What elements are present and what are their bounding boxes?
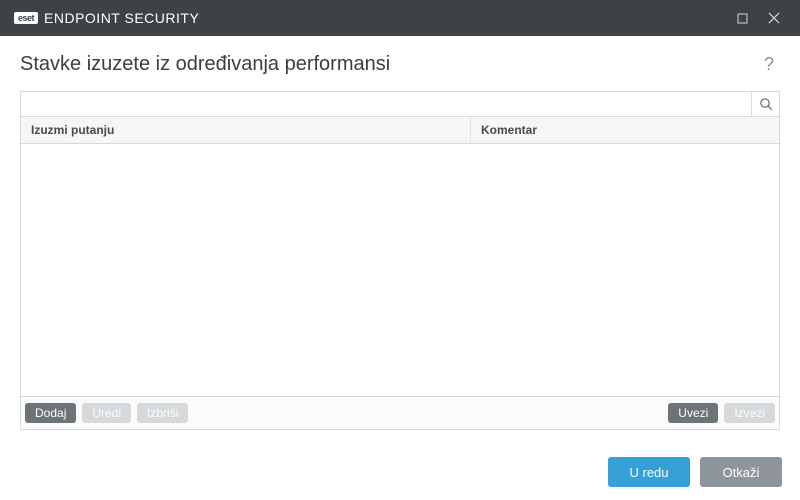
search-button[interactable]	[751, 92, 779, 116]
close-button[interactable]	[758, 0, 790, 36]
brand-name: ENDPOINT SECURITY	[44, 10, 199, 26]
import-button[interactable]: Uvezi	[668, 403, 718, 423]
maximize-icon	[737, 13, 748, 24]
content-area: Stavke izuzete iz određivanja performans…	[0, 36, 800, 430]
page-header: Stavke izuzete iz određivanja performans…	[20, 52, 780, 77]
ok-button[interactable]: U redu	[608, 457, 690, 487]
titlebar: eset ENDPOINT SECURITY	[0, 0, 800, 36]
column-header-comment[interactable]: Komentar	[471, 117, 779, 143]
search-icon	[759, 97, 773, 111]
search-input[interactable]	[21, 92, 751, 116]
page-title: Stavke izuzete iz određivanja performans…	[20, 53, 758, 76]
edit-button: Uredi	[82, 403, 131, 423]
brand-logo: eset	[14, 12, 38, 24]
maximize-button[interactable]	[726, 0, 758, 36]
action-bar: Dodaj Uredi Izbriši Uvezi Izvezi	[20, 396, 780, 430]
table-header: Izuzmi putanju Komentar	[21, 117, 779, 144]
add-button[interactable]: Dodaj	[25, 403, 76, 423]
exclusions-table: Izuzmi putanju Komentar	[20, 117, 780, 397]
search-row	[20, 91, 780, 117]
cancel-button[interactable]: Otkaži	[700, 457, 782, 487]
column-header-path[interactable]: Izuzmi putanju	[21, 117, 471, 143]
table-body[interactable]	[21, 144, 779, 396]
dialog-footer: U redu Otkaži	[0, 444, 800, 500]
export-button: Izvezi	[724, 403, 775, 423]
help-icon[interactable]: ?	[758, 52, 780, 77]
delete-button: Izbriši	[137, 403, 188, 423]
close-icon	[768, 12, 780, 24]
